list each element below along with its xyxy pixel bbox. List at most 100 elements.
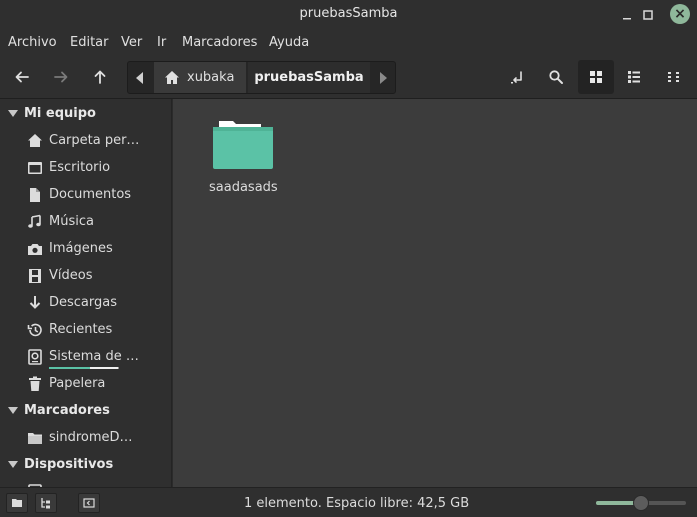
title-bar: pruebasSamba × [0,0,697,30]
status-text: 1 elemento. Espacio libre: 42,5 GB [244,496,470,511]
breadcrumb-home-label: xubaka [187,70,235,85]
film-icon [27,268,43,284]
sidebar-item-musica[interactable]: Música [0,208,171,235]
forward-button[interactable] [47,64,75,90]
sidebar-toggle-icon [83,498,95,508]
sidebar-item-label-wrap: Sistema de … [49,349,139,369]
sidebar-item-label: Documentos [49,187,132,202]
sidebar-item-label: Papelera [49,376,106,391]
sidebar-section-mi-equipo[interactable]: Mi equipo [0,100,171,127]
sidebar-item-carpeta-personal[interactable]: Carpeta per… [0,127,171,154]
sidebar-item-papelera[interactable]: Papelera [0,370,171,397]
menu-archivo[interactable]: Archivo [8,35,57,50]
expand-triangle-icon [8,461,18,468]
music-icon [27,214,43,230]
sidebar-item-imagenes[interactable]: Imágenes [0,235,171,262]
breadcrumb-scroll-left[interactable] [128,62,152,93]
chevron-left-icon [136,71,143,84]
location-toggle-icon [511,71,522,84]
breadcrumb-home[interactable]: xubaka [154,62,246,93]
sidebar-item-recientes[interactable]: Recientes [0,316,171,343]
arrow-up-icon [94,70,106,84]
sidebar-item-label: Sistema de … [49,349,139,364]
sidebar-item-sistema-de-archivos[interactable]: Sistema de … [0,343,171,370]
minimize-button[interactable] [617,5,637,25]
sidebar: Mi equipo Carpeta per… Escritorio Docume… [0,99,172,487]
toggle-location-button[interactable] [503,64,531,90]
sidebar-item-label: Vídeos [49,268,93,283]
maximize-icon [643,10,653,20]
folder-icon [12,499,22,507]
home-icon [165,71,179,84]
icon-view-icon [590,71,602,83]
breadcrumb-current[interactable]: pruebasSamba [248,62,370,93]
sidebar-item-videos[interactable]: Vídeos [0,262,171,289]
search-button[interactable] [542,64,570,90]
sidebar-item-device-partial[interactable] [0,478,171,487]
document-icon [27,187,43,203]
list-view-button[interactable] [620,64,648,90]
sidebar-item-bookmark[interactable]: sindromeD… [0,424,171,451]
folder-item[interactable]: saadasads [209,119,279,199]
sidebar-item-label: Imágenes [49,241,113,256]
folder-icon [27,430,43,446]
folder-icon [213,121,273,169]
icon-view-button[interactable] [578,60,614,94]
expand-triangle-icon [8,407,18,414]
menu-ver[interactable]: Ver [121,35,142,50]
zoom-slider-handle[interactable] [633,495,649,511]
maximize-button[interactable] [638,5,658,25]
sidebar-item-escritorio[interactable]: Escritorio [0,154,171,181]
zoom-slider[interactable] [596,495,686,511]
menu-ir[interactable]: Ir [157,35,166,50]
close-icon: × [674,6,686,22]
compact-view-button[interactable] [660,64,688,90]
sidebar-item-label: Recientes [49,322,113,337]
download-icon [27,295,43,311]
sidebar-item-label: Carpeta per… [49,133,140,148]
arrow-right-icon [54,71,68,83]
sidebar-item-label: sindromeD… [49,430,133,445]
back-button[interactable] [8,64,36,90]
menu-marcadores[interactable]: Marcadores [182,35,257,50]
history-icon [27,322,43,338]
trash-icon [27,376,43,392]
show-places-button[interactable] [6,493,28,513]
sidebar-section-marcadores[interactable]: Marcadores [0,397,171,424]
menu-editar[interactable]: Editar [70,35,109,50]
close-button[interactable]: × [670,4,690,24]
home-icon [27,133,43,149]
desktop-icon [27,160,43,176]
sidebar-item-descargas[interactable]: Descargas [0,289,171,316]
menu-bar: Archivo Editar Ver Ir Marcadores Ayuda [0,30,697,56]
sidebar-section-dispositivos[interactable]: Dispositivos [0,451,171,478]
compact-view-icon [668,72,679,82]
minimize-icon [623,18,631,20]
sidebar-item-label: Escritorio [49,160,111,175]
drive-icon [27,348,43,365]
window-title: pruebasSamba [299,6,398,21]
arrow-left-icon [15,71,29,83]
sidebar-section-title: Dispositivos [24,457,114,472]
sidebar-item-label: Descargas [49,295,118,310]
sidebar-section-title: Mi equipo [24,106,96,121]
expand-triangle-icon [8,110,18,117]
sidebar-item-documentos[interactable]: Documentos [0,181,171,208]
search-icon [549,70,563,84]
breadcrumb-scroll-right[interactable] [371,62,395,93]
up-button[interactable] [86,64,114,90]
sidebar-item-label: Música [49,214,94,229]
chevron-right-icon [380,71,387,84]
status-bar: 1 elemento. Espacio libre: 42,5 GB [0,487,697,517]
tree-icon [41,498,50,509]
disk-usage-bar [49,367,131,369]
folder-label: saadasads [209,180,278,195]
camera-icon [27,241,43,257]
show-tree-button[interactable] [35,493,57,513]
sidebar-section-title: Marcadores [24,403,110,418]
list-view-icon [628,71,640,83]
hide-sidebar-button[interactable] [78,493,100,513]
breadcrumb: xubaka pruebasSamba [127,61,396,94]
menu-ayuda[interactable]: Ayuda [269,35,309,50]
file-view[interactable]: saadasads [173,99,697,487]
